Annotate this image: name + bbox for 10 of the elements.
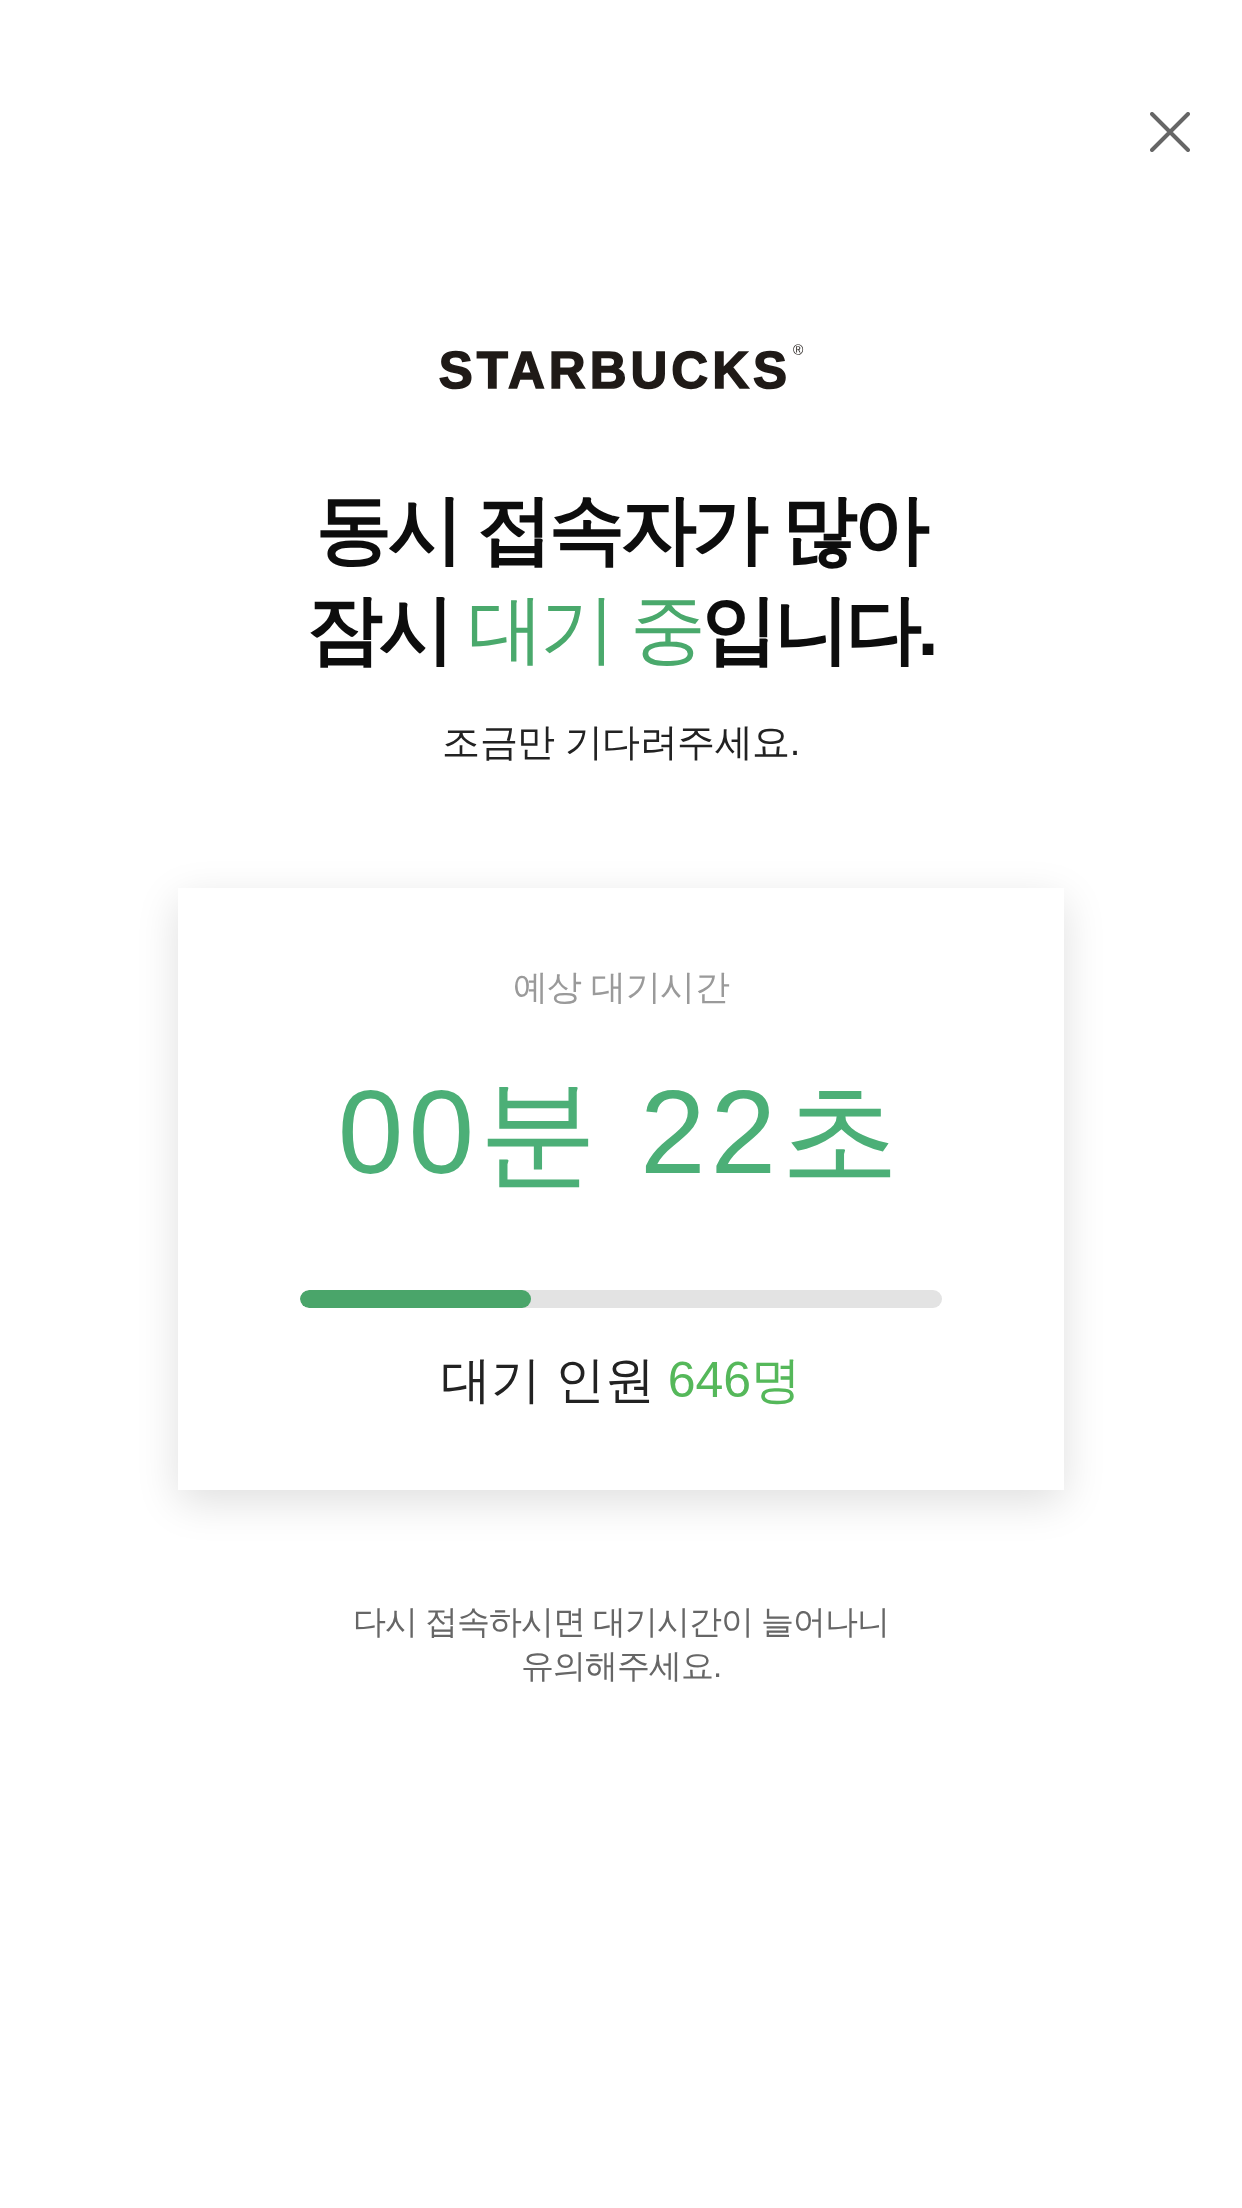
notice-text: 다시 접속하시면 대기시간이 늘어나니 유의해주세요. [352, 1602, 890, 1686]
wait-time-label: 예상 대기시간 [512, 966, 730, 1008]
close-icon [1150, 112, 1190, 152]
wait-time-value: 00분 22초 [337, 1065, 905, 1200]
page-title: 동시 접속자가 많아 잠시 대기 중입니다. [307, 485, 935, 673]
brand-logo: STARBUCKS$^{®}$ [438, 345, 804, 396]
subtitle-text: 조금만 기다려주세요. [442, 720, 800, 765]
close-button[interactable] [1150, 112, 1190, 152]
queue-label: 대기 인원 [440, 1351, 655, 1410]
queue-count: 646명 [667, 1351, 802, 1410]
